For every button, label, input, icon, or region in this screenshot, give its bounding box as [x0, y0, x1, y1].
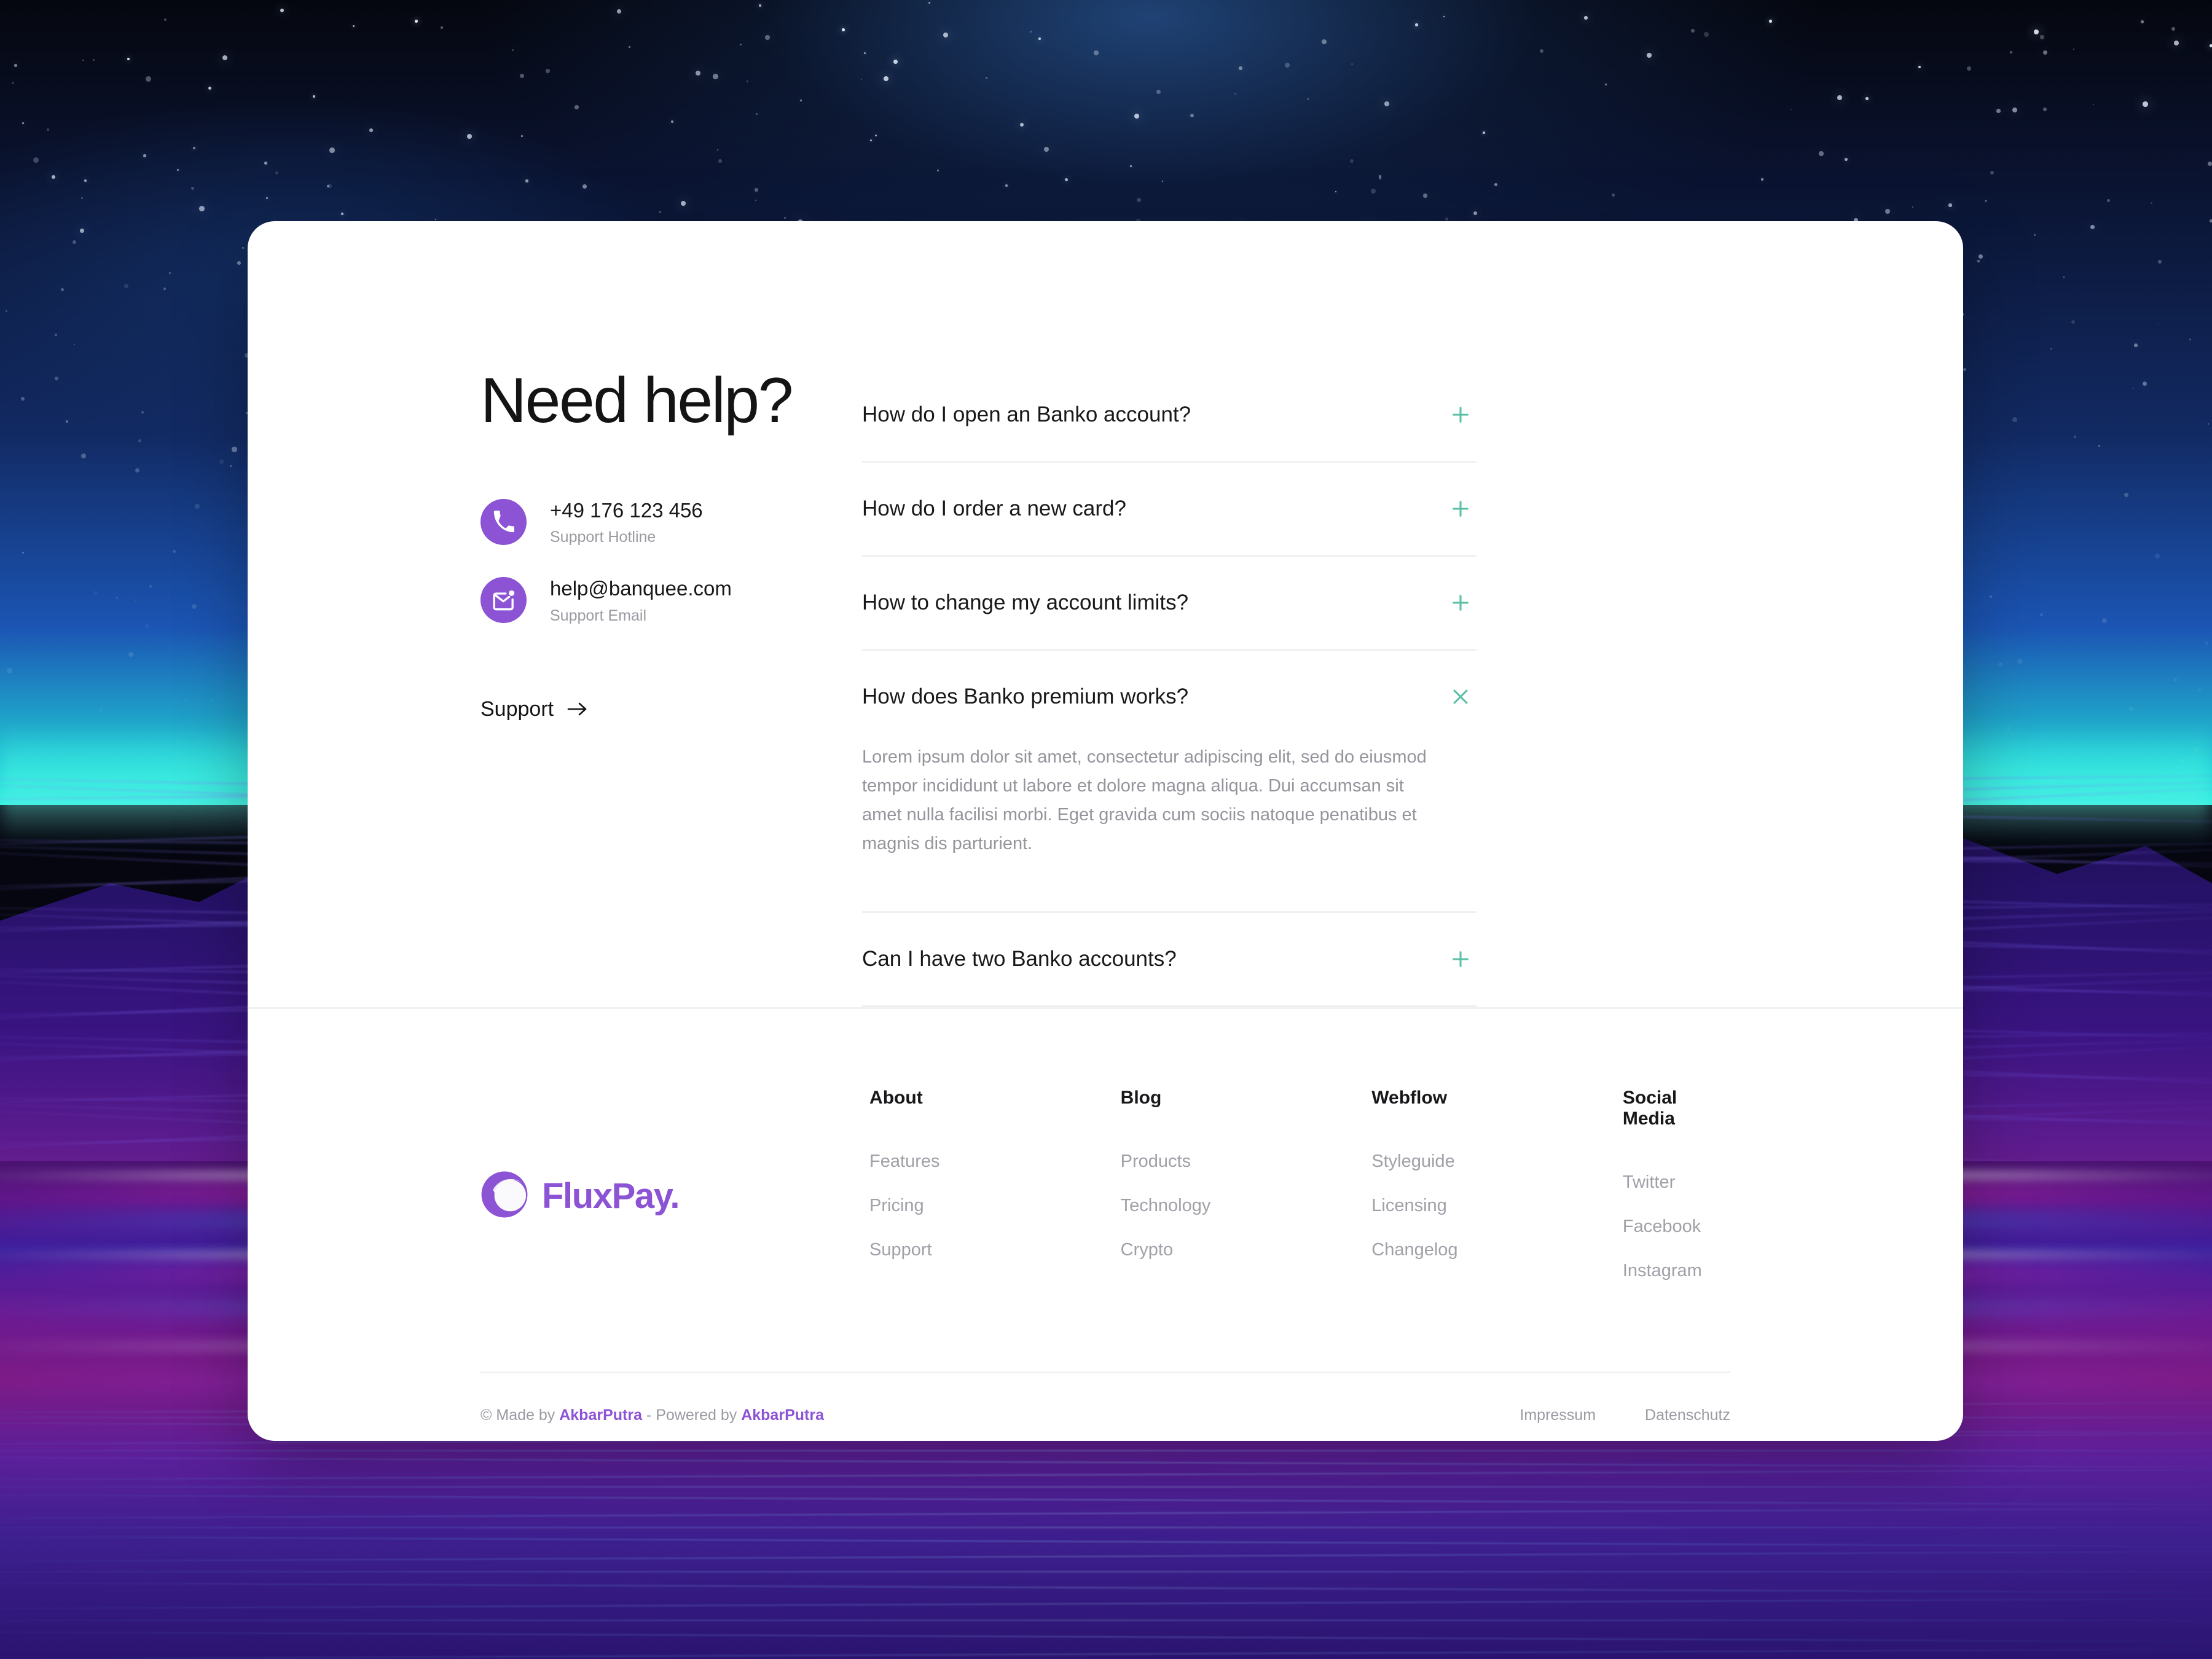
faq-question-text: How does Banko premium works?	[862, 684, 1189, 708]
support-link[interactable]: Support	[480, 697, 588, 721]
close-icon[interactable]	[1445, 681, 1477, 713]
contact-list: +49 176 123 456 Support Hotline help@ban…	[480, 498, 862, 625]
footer-column: Webflow Styleguide Licensing Changelog	[1371, 1088, 1623, 1305]
footer-main: FluxPay. About Features Pricing Support Blog…	[480, 1009, 1730, 1305]
footer-column-heading: Social Media	[1622, 1087, 1677, 1129]
faq-question-text: Can I have two Banko accounts?	[862, 946, 1177, 971]
footer-link[interactable]: Support	[869, 1240, 1121, 1260]
faq-question-row[interactable]: How do I open an Banko account?	[862, 369, 1477, 461]
made-by-prefix: Made by	[496, 1406, 555, 1424]
footer-bottom-bar: © Made by AkbarPutra - Powered by AkbarP…	[480, 1373, 1730, 1424]
help-contact-panel: Need help? +49 176 123 456 Support Hotli…	[248, 369, 862, 1007]
mail-icon	[480, 577, 527, 624]
footer-column-heading: Webflow	[1371, 1087, 1448, 1108]
contact-item-email[interactable]: help@banquee.com Support Email	[480, 576, 862, 624]
contact-value: +49 176 123 456	[550, 499, 703, 522]
footer-link[interactable]: Facebook	[1623, 1217, 1730, 1237]
footer-column: Social Media Twitter Facebook Instagram	[1623, 1088, 1730, 1305]
contact-text: help@banquee.com Support Email	[550, 576, 732, 624]
credits: © Made by AkbarPutra - Powered by AkbarP…	[480, 1406, 824, 1424]
contact-label: Support Email	[550, 606, 647, 624]
faq-question-text: How do I order a new card?	[862, 496, 1126, 520]
faq-item: How to change my account limits?	[862, 557, 1477, 651]
plus-icon[interactable]	[1445, 587, 1477, 619]
footer-link[interactable]: Pricing	[869, 1196, 1121, 1216]
plus-icon[interactable]	[1445, 493, 1477, 525]
powered-by-prefix: Powered by	[656, 1406, 737, 1424]
footer-column-heading: Blog	[1120, 1087, 1162, 1108]
contact-label: Support Hotline	[550, 528, 656, 546]
support-link-label: Support	[480, 697, 554, 721]
footer-link[interactable]: Styleguide	[1371, 1151, 1623, 1172]
legal-link-datenschutz[interactable]: Datenschutz	[1645, 1406, 1730, 1424]
footer-column-heading: About	[869, 1087, 923, 1108]
faq-question-row[interactable]: Can I have two Banko accounts?	[862, 913, 1477, 1005]
brand-name: FluxPay.	[542, 1176, 680, 1217]
faq-question-text: How do I open an Banko account?	[862, 402, 1191, 426]
plus-icon[interactable]	[1445, 399, 1477, 431]
help-section: Need help? +49 176 123 456 Support Hotli…	[248, 221, 1963, 1007]
legal-links: Impressum Datenschutz	[1520, 1406, 1730, 1424]
faq-question-row[interactable]: How does Banko premium works?	[862, 651, 1477, 743]
arrow-right-icon	[567, 700, 588, 718]
credits-separator: -	[646, 1406, 652, 1424]
footer-link-columns: About Features Pricing Support Blog Products T…	[869, 1088, 1730, 1305]
faq-item: Can I have two Banko accounts?	[862, 913, 1477, 1007]
faq-item: How do I order a new card?	[862, 463, 1477, 557]
contact-item-hotline[interactable]: +49 176 123 456 Support Hotline	[480, 498, 862, 546]
page-title: Need help?	[480, 365, 793, 436]
faq-answer-text: Lorem ipsum dolor sit amet, consectetur …	[862, 747, 1427, 853]
footer: FluxPay. About Features Pricing Support Blog…	[248, 1009, 1963, 1424]
faq-question-row[interactable]: How do I order a new card?	[862, 463, 1477, 555]
footer-link[interactable]: Technology	[1121, 1196, 1372, 1216]
footer-link[interactable]: Licensing	[1371, 1196, 1623, 1216]
fluxpay-crescent-icon	[480, 1171, 528, 1222]
contact-text: +49 176 123 456 Support Hotline	[550, 498, 703, 546]
faq-question-text: How to change my account limits?	[862, 590, 1189, 614]
footer-column: About Features Pricing Support	[869, 1088, 1121, 1305]
footer-link[interactable]: Crypto	[1121, 1240, 1372, 1260]
footer-link[interactable]: Changelog	[1371, 1240, 1623, 1260]
contact-value: help@banquee.com	[550, 577, 732, 600]
footer-link[interactable]: Products	[1121, 1151, 1372, 1172]
brand-logo[interactable]: FluxPay.	[480, 1088, 869, 1305]
faq-item: How do I open an Banko account?	[862, 369, 1477, 463]
faq-accordion: How do I open an Banko account? How do I…	[862, 369, 1477, 1007]
footer-link[interactable]: Twitter	[1623, 1172, 1730, 1193]
plus-icon[interactable]	[1445, 943, 1477, 975]
phone-icon	[480, 499, 527, 546]
footer-column: Blog Products Technology Crypto	[1121, 1088, 1372, 1305]
made-by-link[interactable]: AkbarPutra	[559, 1406, 642, 1424]
faq-question-row[interactable]: How to change my account limits?	[862, 557, 1477, 649]
content-card: Need help? +49 176 123 456 Support Hotli…	[248, 221, 1963, 1441]
powered-by-link[interactable]: AkbarPutra	[741, 1406, 824, 1424]
copyright-icon: ©	[480, 1406, 492, 1424]
footer-link[interactable]: Features	[869, 1151, 1121, 1172]
faq-item: How does Banko premium works? Lorem ipsu…	[862, 651, 1477, 913]
legal-link-impressum[interactable]: Impressum	[1520, 1406, 1596, 1424]
footer-link[interactable]: Instagram	[1623, 1261, 1730, 1281]
